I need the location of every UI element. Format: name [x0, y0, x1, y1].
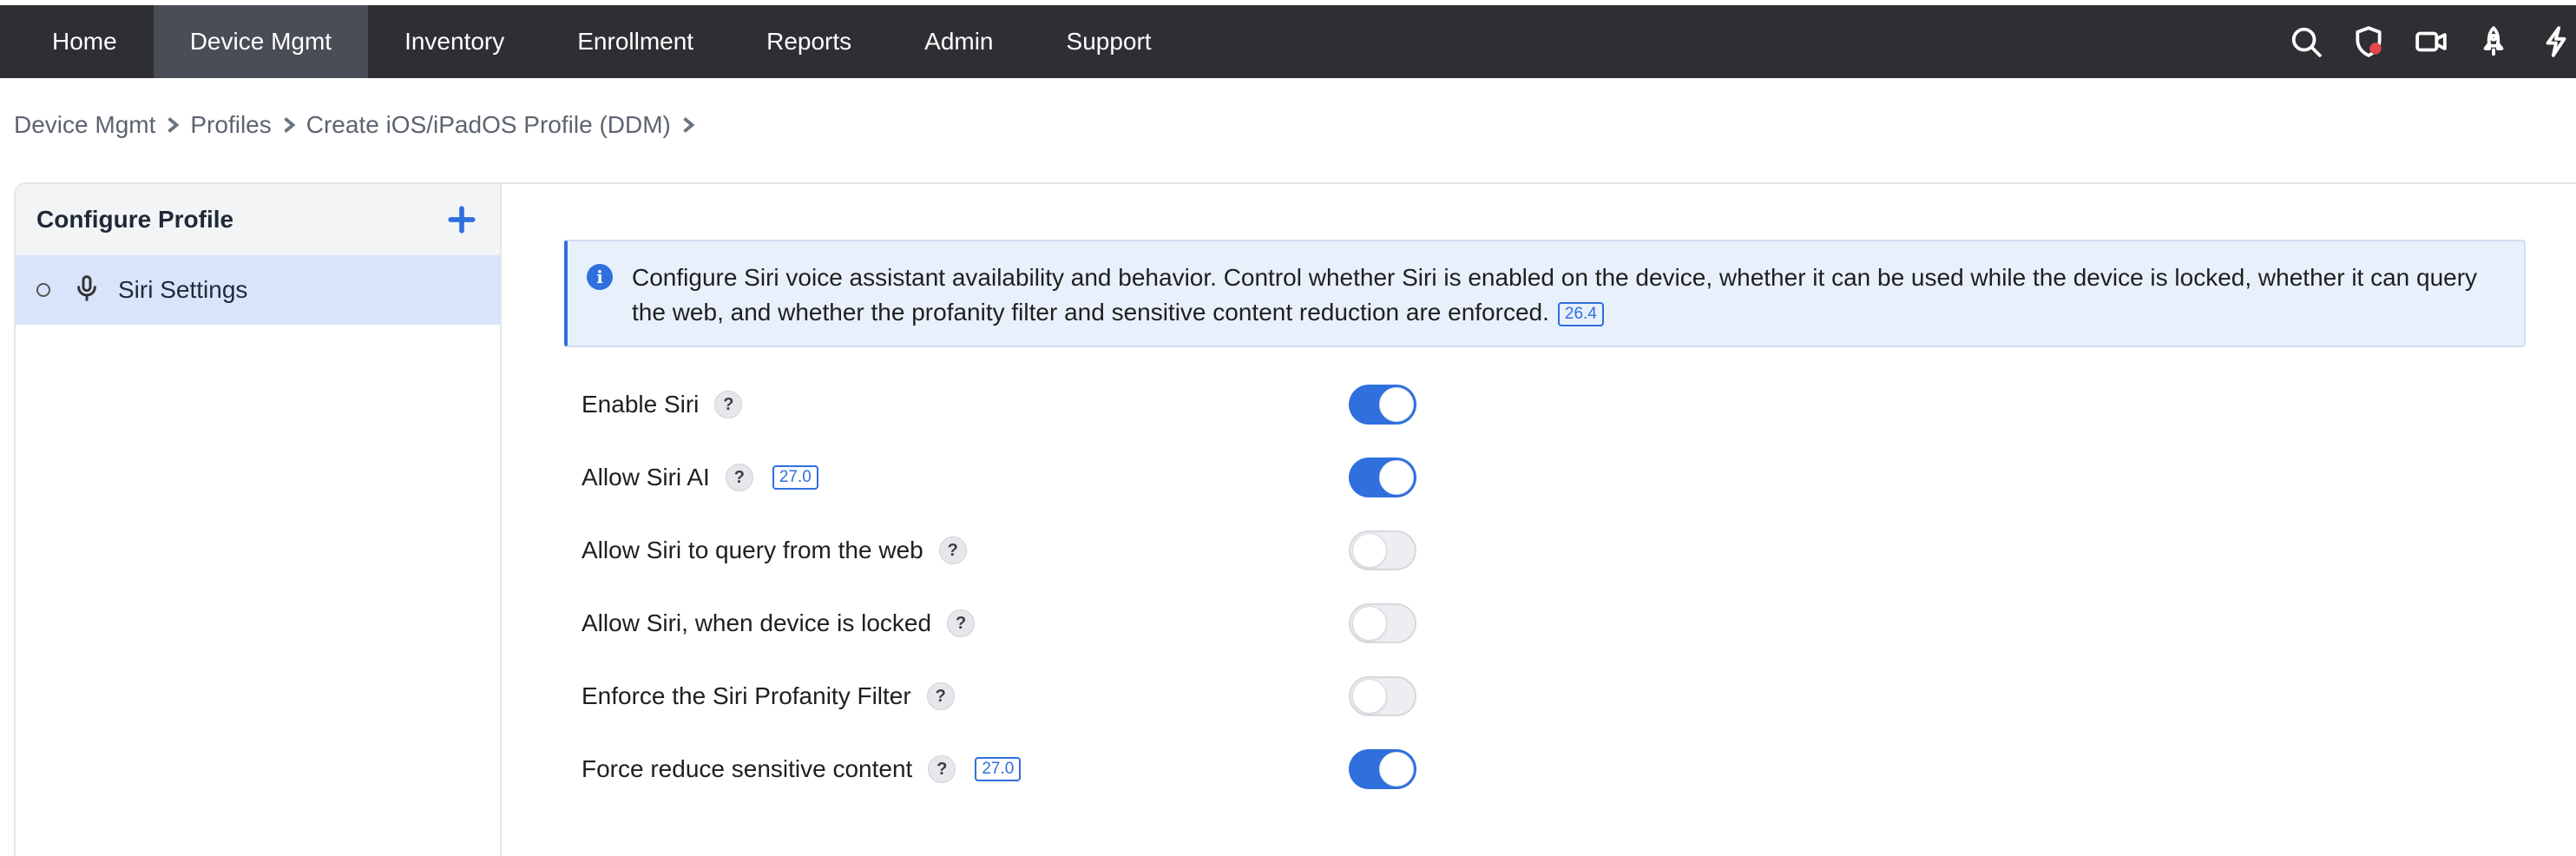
reduce-sensitive-toggle[interactable]: [1349, 749, 1416, 789]
help-icon[interactable]: ?: [725, 464, 753, 491]
help-icon[interactable]: ?: [714, 391, 743, 418]
add-payload-button[interactable]: [444, 202, 479, 237]
nav-actions: [2290, 5, 2576, 78]
setting-row-query-web: Allow Siri to query from the web ?: [564, 524, 1606, 576]
setting-label: Allow Siri, when device is locked: [582, 609, 932, 636]
help-icon[interactable]: ?: [926, 682, 955, 710]
toggle-knob: [1352, 606, 1387, 641]
setting-label: Force reduce sensitive content: [582, 755, 913, 782]
rocket-icon[interactable]: [2477, 25, 2510, 58]
nav-item-reports[interactable]: Reports: [730, 5, 888, 78]
toggle-knob: [1379, 387, 1414, 422]
breadcrumb-device-mgmt[interactable]: Device Mgmt: [14, 111, 155, 139]
version-badge: 26.4: [1557, 301, 1604, 326]
profile-editor-card: Configure Profile Siri Settings i Config…: [14, 182, 2576, 856]
chevron-right-icon: [272, 117, 306, 133]
profanity-filter-toggle[interactable]: [1349, 676, 1416, 716]
profile-sidebar: Configure Profile Siri Settings: [16, 184, 502, 856]
allow-siri-ai-toggle[interactable]: [1349, 458, 1416, 497]
sidebar-item-siri-settings[interactable]: Siri Settings: [16, 255, 500, 325]
breadcrumb: Device Mgmt Profiles Create iOS/iPadOS P…: [14, 111, 706, 139]
lightning-icon[interactable]: [2540, 25, 2573, 58]
version-badge: 27.0: [772, 465, 818, 490]
setting-label: Allow Siri to query from the web: [582, 537, 923, 563]
sidebar-header: Configure Profile: [16, 184, 500, 255]
search-icon[interactable]: [2290, 25, 2323, 58]
version-badge: 27.0: [975, 757, 1022, 781]
setting-row-reduce-sensitive: Force reduce sensitive content ? 27.0: [564, 743, 1606, 795]
device-locked-toggle[interactable]: [1349, 603, 1416, 643]
info-text: Configure Siri voice assistant availabil…: [632, 264, 2478, 326]
nav-item-enrollment[interactable]: Enrollment: [541, 5, 730, 78]
toggle-knob: [1379, 752, 1414, 787]
help-icon[interactable]: ?: [938, 537, 967, 564]
nav-item-admin[interactable]: Admin: [888, 5, 1029, 78]
toggle-knob: [1352, 533, 1387, 568]
shield-alert-icon[interactable]: [2352, 25, 2385, 58]
help-icon[interactable]: ?: [947, 609, 976, 637]
toggle-knob: [1379, 460, 1414, 495]
info-banner: i Configure Siri voice assistant availab…: [564, 240, 2526, 347]
setting-row-device-locked: Allow Siri, when device is locked ?: [564, 597, 1606, 649]
video-icon[interactable]: [2415, 25, 2448, 58]
top-navigation-bar: Home Device Mgmt Inventory Enrollment Re…: [0, 5, 2576, 78]
chevron-right-icon: [671, 117, 706, 133]
setting-row-profanity-filter: Enforce the Siri Profanity Filter ?: [564, 670, 1606, 722]
nav-item-home[interactable]: Home: [16, 5, 154, 78]
info-icon: i: [587, 264, 613, 290]
setting-label: Allow Siri AI: [582, 464, 710, 491]
toggle-knob: [1352, 679, 1387, 714]
status-indicator: [36, 283, 50, 297]
nav-item-device-mgmt[interactable]: Device Mgmt: [153, 5, 369, 78]
breadcrumb-create-profile: Create iOS/iPadOS Profile (DDM): [306, 111, 671, 138]
sidebar-item-label: Siri Settings: [118, 276, 248, 303]
help-icon[interactable]: ?: [928, 755, 956, 783]
setting-row-enable-siri: Enable Siri ?: [564, 379, 1606, 431]
microphone-icon: [73, 274, 101, 306]
setting-label: Enforce the Siri Profanity Filter: [582, 682, 911, 709]
setting-row-allow-siri-ai: Allow Siri AI ? 27.0: [564, 451, 1606, 504]
nav-item-inventory[interactable]: Inventory: [368, 5, 541, 78]
query-web-toggle[interactable]: [1349, 530, 1416, 570]
plus-icon: [448, 206, 476, 234]
settings-content: i Configure Siri voice assistant availab…: [564, 240, 2526, 789]
setting-label: Enable Siri: [582, 391, 700, 418]
chevron-right-icon: [155, 117, 190, 133]
enable-siri-toggle[interactable]: [1349, 385, 1416, 425]
nav-item-support[interactable]: Support: [1030, 5, 1188, 78]
sidebar-title: Configure Profile: [36, 206, 234, 233]
nav-menu: Home Device Mgmt Inventory Enrollment Re…: [0, 5, 1188, 78]
breadcrumb-profiles[interactable]: Profiles: [190, 111, 271, 139]
